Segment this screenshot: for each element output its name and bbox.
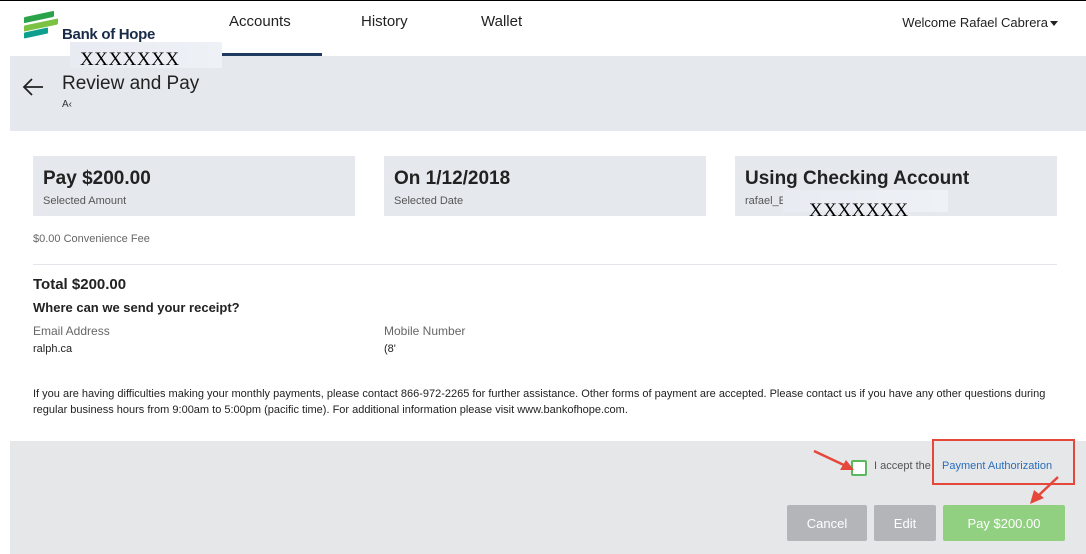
disclaimer-text: If you are having difficulties making yo… [33, 388, 1046, 416]
date-title: On 1/12/2018 [394, 168, 511, 189]
account-name-mask: XXXXXXX [809, 200, 909, 221]
bank-name: Bank of Hope [62, 25, 156, 43]
account-number-mask: XXXXXXX [80, 49, 180, 70]
annotation-arrow-icon [1030, 476, 1059, 504]
annotation-arrow-icon [813, 449, 854, 470]
page-title: Review and Pay [62, 73, 200, 94]
cancel-button[interactable]: Cancel [787, 505, 867, 541]
tab-accounts[interactable]: Accounts [229, 13, 291, 30]
mobile-label: Mobile Number [384, 324, 466, 338]
email-label: Email Address [33, 324, 110, 338]
welcome-text: Welcome Rafael Cabrera [902, 15, 1048, 30]
date-subtitle: Selected Date [394, 195, 464, 207]
tab-wallet[interactable]: Wallet [481, 13, 522, 30]
back-arrow-icon[interactable] [22, 76, 44, 98]
amount-card: Pay $200.00 Selected Amount [33, 156, 355, 216]
account-title: Using Checking Account [745, 168, 970, 189]
tab-history[interactable]: History [361, 13, 408, 30]
caret-down-icon [1050, 21, 1058, 27]
date-card: On 1/12/2018 Selected Date [384, 156, 706, 216]
user-menu[interactable]: Welcome Rafael Cabrera [902, 15, 1058, 30]
amount-title: Pay $200.00 [43, 168, 151, 189]
bank-logo-icon [24, 10, 58, 40]
accept-label: I accept the [874, 460, 931, 472]
email-value[interactable]: ralph.ca [33, 343, 72, 355]
receipt-heading: Where can we send your receipt? [33, 300, 240, 315]
pay-button[interactable]: Pay $200.00 [943, 505, 1065, 541]
amount-subtitle: Selected Amount [43, 195, 127, 207]
total-amount: Total $200.00 [33, 276, 127, 293]
divider [33, 264, 1057, 265]
mobile-value[interactable]: (8' [384, 343, 396, 355]
edit-button[interactable]: Edit [874, 505, 936, 541]
convenience-fee: $0.00 Convenience Fee [33, 233, 150, 245]
account-prefix: A‹ [62, 99, 72, 110]
